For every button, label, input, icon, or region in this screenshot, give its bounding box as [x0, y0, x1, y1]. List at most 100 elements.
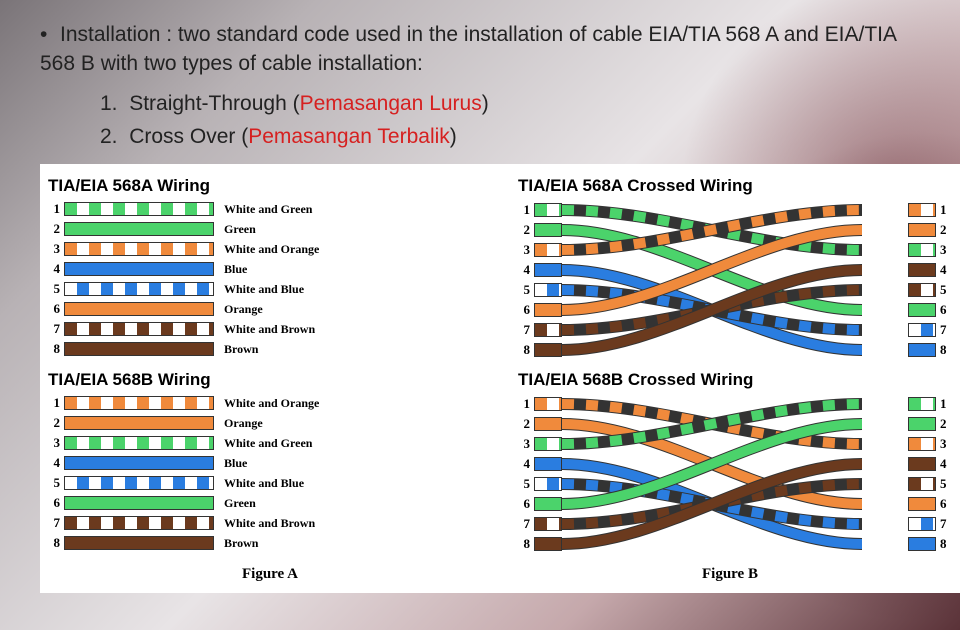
list-item-1: 1. Straight-Through (Pemasangan Lurus)	[100, 87, 920, 121]
wire-stub	[534, 343, 562, 357]
wire-label: White and Blue	[224, 282, 304, 297]
figure-a-caption: Figure A	[40, 566, 500, 583]
wire-c-brown	[64, 342, 214, 356]
wire-stub	[534, 417, 562, 431]
cross-pin-right: 8	[908, 341, 954, 360]
wire-c-green	[64, 222, 214, 236]
wire-row: 4 Blue	[46, 454, 484, 473]
sub-list: 1. Straight-Through (Pemasangan Lurus) 2…	[100, 87, 920, 154]
intro-bullet: •Installation : two standard code used i…	[40, 20, 920, 79]
wire-label: White and Orange	[224, 396, 319, 411]
wire-stub	[534, 223, 562, 237]
pin-number: 3	[46, 241, 60, 257]
cross-pin-left: 2	[516, 415, 562, 434]
wire-stub	[908, 283, 936, 297]
cross-pin-right: 7	[908, 515, 954, 534]
wire-s-blue	[64, 282, 214, 296]
wire-label: Blue	[224, 262, 247, 277]
wire-label: White and Orange	[224, 242, 319, 257]
wire-label: Orange	[224, 302, 263, 317]
panel-568a: TIA/EIA 568A Wiring 1White and Green2Gre…	[40, 172, 490, 362]
pin-number: 1	[46, 395, 60, 411]
pin-number: 1	[46, 201, 60, 217]
wire-c-blue	[64, 456, 214, 470]
wire-label: Green	[224, 222, 256, 237]
cross-pin-left: 3	[516, 435, 562, 454]
wire-s-green	[64, 436, 214, 450]
wire-stub	[908, 537, 936, 551]
wiring-diagram: TIA/EIA 568A Wiring 1White and Green2Gre…	[40, 164, 960, 593]
panel-title: TIA/EIA 568B Wiring	[48, 370, 484, 390]
cross-pin-right: 2	[908, 415, 954, 434]
pin-number: 2	[46, 415, 60, 431]
panel-title: TIA/EIA 568B Crossed Wiring	[518, 370, 954, 390]
wire-row: 8 Brown	[46, 340, 484, 359]
panel-title: TIA/EIA 568A Crossed Wiring	[518, 176, 954, 196]
wire-row: 1 White and Orange	[46, 394, 484, 413]
cross-pin-left: 6	[516, 301, 562, 320]
wire-stub	[908, 497, 936, 511]
cross-pin-left: 1	[516, 201, 562, 220]
panel-568b-crossed: TIA/EIA 568B Crossed Wiring 123456781234…	[510, 366, 960, 556]
list-item-2: 2. Cross Over (Pemasangan Terbalik)	[100, 120, 920, 154]
cross-pin-right: 6	[908, 301, 954, 320]
cross-pin-right: 7	[908, 321, 954, 340]
wire-stub	[908, 203, 936, 217]
cross-pin-right: 4	[908, 261, 954, 280]
wire-stub	[908, 517, 936, 531]
cross-connections	[562, 394, 862, 554]
cross-pin-right: 8	[908, 535, 954, 554]
wire-stub	[908, 243, 936, 257]
wire-row: 7White and Brown	[46, 320, 484, 339]
wire-s-blue	[64, 476, 214, 490]
wire-stub	[908, 397, 936, 411]
wire-label: Blue	[224, 456, 247, 471]
wire-label: White and Blue	[224, 476, 304, 491]
wire-row: 6Green	[46, 494, 484, 513]
intro-text: Installation : two standard code used in…	[40, 23, 896, 75]
cross-connections	[562, 200, 862, 360]
wire-list-b: 1White and Orange2Orange3White and Green…	[46, 394, 484, 553]
wire-stub	[534, 437, 562, 451]
pin-number: 8	[46, 341, 60, 357]
pin-number: 4	[46, 455, 60, 471]
wire-row: 4Blue	[46, 260, 484, 279]
wire-list-a: 1 White and Green 2Green 3 White and Orange 4…	[46, 200, 484, 359]
cross-pin-left: 8	[516, 341, 562, 360]
wire-c-orange	[64, 416, 214, 430]
cross-pin-right: 3	[908, 435, 954, 454]
wire-s-green	[64, 202, 214, 216]
wire-stub	[908, 477, 936, 491]
wire-stub	[534, 397, 562, 411]
wire-stub	[908, 323, 936, 337]
wire-row: 5White and Blue	[46, 280, 484, 299]
cross-pin-left: 8	[516, 535, 562, 554]
wire-stub	[908, 417, 936, 431]
wire-stub	[534, 517, 562, 531]
wire-row: 6Orange	[46, 300, 484, 319]
cross-pin-left: 5	[516, 475, 562, 494]
cross-pin-left: 4	[516, 455, 562, 474]
pin-number: 6	[46, 495, 60, 511]
cross-pin-right: 1	[908, 201, 954, 220]
wire-row: 2Green	[46, 220, 484, 239]
wire-c-orange	[64, 302, 214, 316]
wire-row: 3White and Green	[46, 434, 484, 453]
wire-s-brown	[64, 322, 214, 336]
cross-pin-left: 7	[516, 515, 562, 534]
wire-row: 7 White and Brown	[46, 514, 484, 533]
cross-pin-left: 4	[516, 261, 562, 280]
wire-label: Brown	[224, 342, 258, 357]
wire-s-brown	[64, 516, 214, 530]
pin-number: 7	[46, 321, 60, 337]
cross-pin-right: 6	[908, 495, 954, 514]
wire-s-orange	[64, 242, 214, 256]
wire-label: White and Brown	[224, 516, 315, 531]
cross-pin-right: 5	[908, 475, 954, 494]
wire-label: White and Green	[224, 436, 312, 451]
pin-number: 7	[46, 515, 60, 531]
wire-label: White and Green	[224, 202, 312, 217]
panel-568b: TIA/EIA 568B Wiring 1White and Orange2Or…	[40, 366, 490, 556]
wire-stub	[534, 323, 562, 337]
wire-stub	[908, 223, 936, 237]
